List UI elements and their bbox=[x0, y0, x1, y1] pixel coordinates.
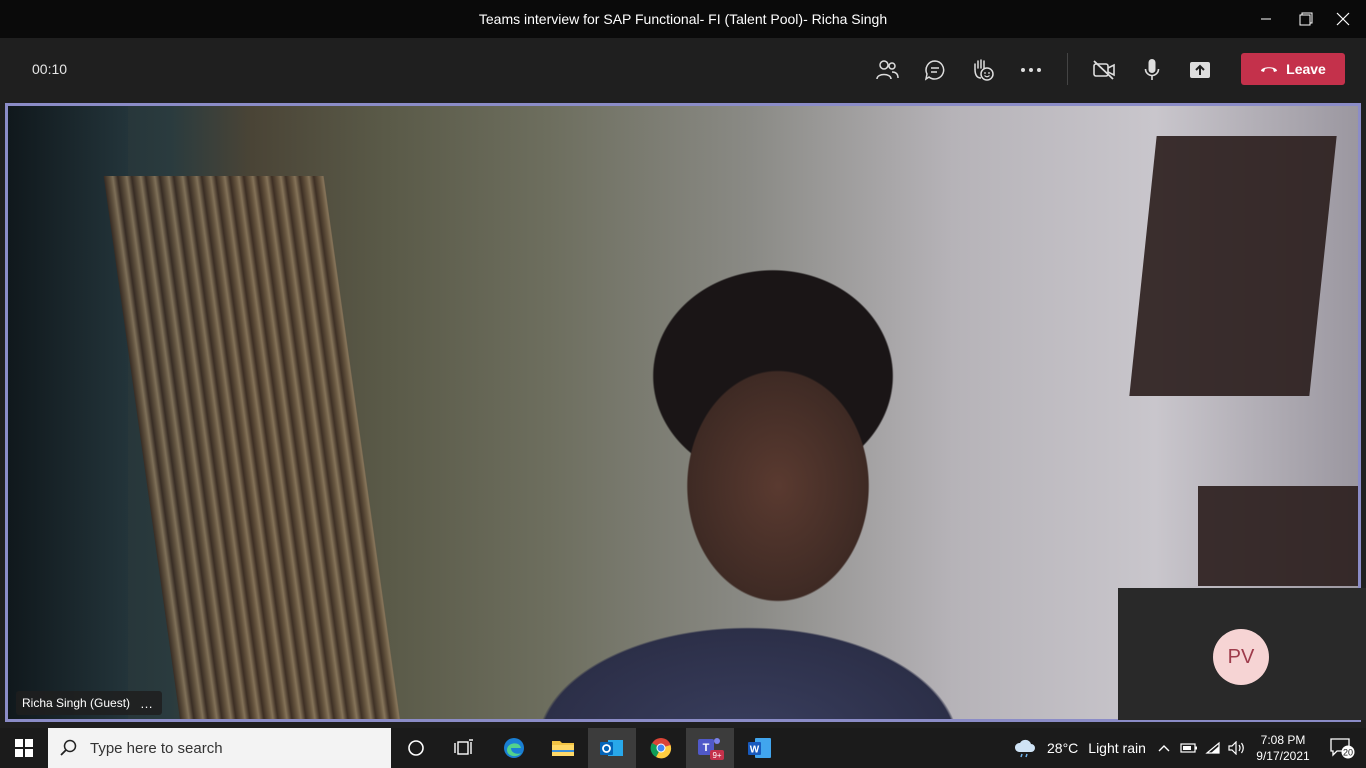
taskbar-search-box[interactable]: Type here to search bbox=[48, 728, 391, 768]
call-control-bar: 00:10 Leave bbox=[0, 38, 1366, 102]
clock-time: 7:08 PM bbox=[1260, 733, 1306, 747]
participants-icon bbox=[876, 60, 899, 80]
video-background-blinds bbox=[103, 176, 403, 719]
call-timer: 00:10 bbox=[32, 61, 68, 77]
camera-toggle-button[interactable] bbox=[1088, 54, 1120, 86]
folder-icon bbox=[552, 741, 574, 756]
taskbar-file-explorer[interactable] bbox=[539, 728, 587, 768]
teams-icon: T 9+ bbox=[698, 738, 724, 760]
search-icon bbox=[60, 739, 77, 756]
chat-icon bbox=[924, 60, 945, 81]
participant-name: Richa Singh (Guest) bbox=[22, 696, 131, 710]
video-background-shelf bbox=[1129, 136, 1337, 396]
notification-count: 20 bbox=[1343, 748, 1353, 758]
participants-button[interactable] bbox=[871, 54, 903, 86]
search-placeholder: Type here to search bbox=[90, 739, 223, 757]
reactions-button[interactable] bbox=[967, 54, 999, 86]
mic-toggle-button[interactable] bbox=[1136, 54, 1168, 86]
taskbar-word[interactable]: W bbox=[736, 728, 784, 768]
mic-icon bbox=[1144, 59, 1160, 80]
task-view-icon bbox=[454, 739, 473, 755]
start-button[interactable] bbox=[0, 728, 48, 768]
video-background-shelf-lower bbox=[1198, 486, 1358, 586]
avatar: PV bbox=[1213, 629, 1269, 685]
word-icon: W bbox=[748, 738, 771, 758]
volume-control[interactable] bbox=[1226, 728, 1248, 768]
network-status[interactable] bbox=[1202, 728, 1224, 768]
taskbar-outlook[interactable] bbox=[588, 728, 636, 768]
outlook-icon bbox=[600, 740, 623, 756]
share-icon bbox=[1190, 62, 1210, 78]
leave-label: Leave bbox=[1286, 61, 1326, 77]
edge-icon bbox=[504, 738, 524, 758]
volume-icon bbox=[1228, 741, 1244, 755]
taskbar-chrome[interactable] bbox=[637, 728, 685, 768]
cortana-icon bbox=[408, 740, 424, 756]
chat-button[interactable] bbox=[919, 54, 951, 86]
leave-button[interactable]: Leave bbox=[1241, 53, 1345, 85]
weather-widget[interactable]: 28°C Light rain bbox=[1013, 728, 1146, 768]
restore-icon bbox=[1299, 12, 1313, 26]
reactions-icon bbox=[974, 59, 994, 81]
taskbar-edge[interactable] bbox=[490, 728, 538, 768]
window-title: Teams interview for SAP Functional- FI (… bbox=[478, 11, 888, 27]
chevron-up-icon bbox=[1158, 745, 1170, 752]
battery-status[interactable] bbox=[1178, 728, 1200, 768]
participant-name-tag[interactable]: Richa Singh (Guest) … bbox=[16, 691, 163, 715]
minimize-icon bbox=[1261, 18, 1271, 20]
wifi-icon bbox=[1205, 741, 1220, 754]
close-button[interactable] bbox=[1320, 0, 1366, 38]
toolbar-divider bbox=[1067, 53, 1068, 85]
notification-icon: 20 bbox=[1330, 738, 1355, 759]
show-hidden-icons-button[interactable] bbox=[1154, 728, 1174, 768]
battery-icon bbox=[1180, 743, 1197, 753]
more-icon bbox=[1021, 68, 1041, 72]
windows-logo-icon bbox=[15, 739, 33, 757]
task-view-button[interactable] bbox=[440, 728, 488, 768]
rain-cloud-icon bbox=[1014, 739, 1035, 758]
weather-condition: Light rain bbox=[1088, 740, 1146, 756]
close-icon bbox=[1336, 12, 1350, 26]
share-screen-button[interactable] bbox=[1184, 54, 1216, 86]
taskbar-teams[interactable]: T 9+ bbox=[686, 728, 734, 768]
self-view-tile[interactable]: PV bbox=[1118, 588, 1366, 720]
windows-taskbar: Type here to search T 9+ W 28°C Light ra… bbox=[0, 728, 1366, 768]
hang-up-icon bbox=[1261, 67, 1278, 72]
clock-date: 9/17/2021 bbox=[1256, 749, 1310, 763]
weather-temp: 28°C bbox=[1047, 740, 1079, 756]
chrome-icon bbox=[650, 738, 672, 759]
teams-badge: 9+ bbox=[712, 751, 721, 760]
svg-text:W: W bbox=[750, 745, 760, 756]
notification-center-button[interactable]: 20 bbox=[1318, 728, 1366, 768]
participant-more-options-icon[interactable]: … bbox=[140, 696, 154, 711]
title-bar: Teams interview for SAP Functional- FI (… bbox=[0, 0, 1366, 38]
more-actions-button[interactable] bbox=[1015, 54, 1047, 86]
svg-text:T: T bbox=[703, 742, 710, 754]
cortana-button[interactable] bbox=[392, 728, 440, 768]
system-clock[interactable]: 7:08 PM 9/17/2021 bbox=[1248, 732, 1318, 764]
camera-off-icon bbox=[1093, 60, 1115, 80]
